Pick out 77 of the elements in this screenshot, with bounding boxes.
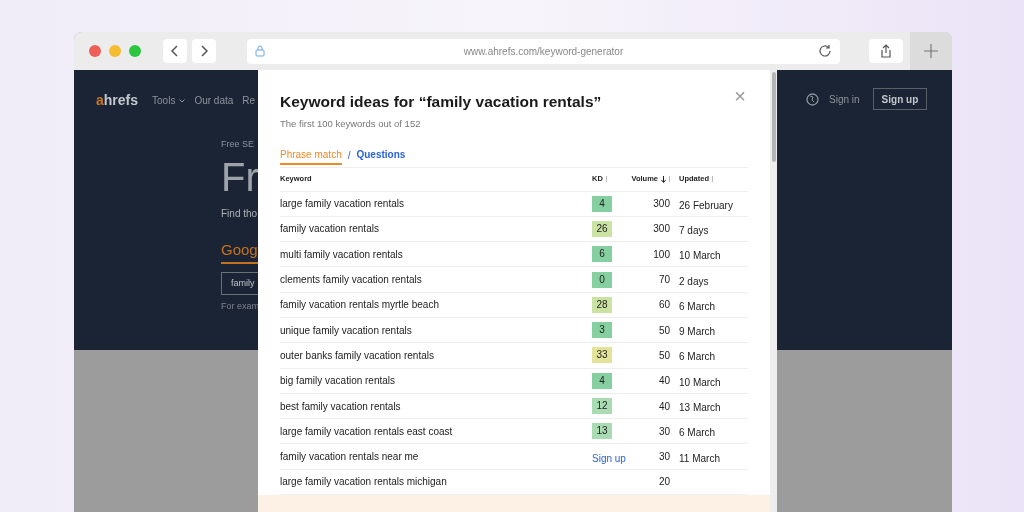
intro-text: Find tho: [221, 206, 258, 221]
plus-icon: [924, 44, 938, 58]
keyword-cell-text: outer banks family vacation rentals: [280, 348, 435, 363]
chevron-down-icon: [179, 98, 186, 103]
difficulty-badge: 4: [592, 372, 612, 389]
volume-cell-text: 40: [658, 374, 670, 389]
difficulty-badge: 33: [592, 347, 612, 364]
keyword-cell-text: large family vacation rentals: [280, 197, 405, 212]
sign-up-button[interactable]: Sign up: [872, 88, 928, 110]
nav-link[interactable]: Re: [242, 93, 256, 108]
lock-icon: [255, 45, 265, 57]
keyword-cell-text: big family vacation rentals: [280, 374, 397, 389]
address-bar[interactable]: www.ahrefs.com/keyword-generator: [247, 38, 840, 64]
difficulty-badge: 3: [592, 322, 612, 339]
eyebrow-text: Free SE: [221, 138, 254, 151]
difficulty-badge: 6: [592, 246, 612, 263]
keyword-cell-text: clements family vacation rentals: [280, 273, 423, 288]
updated-cell: 13 March: [679, 402, 721, 413]
volume-cell-text: 70: [658, 273, 670, 288]
difficulty-badge: 28: [592, 296, 612, 313]
nav-link[interactable]: Our data: [194, 93, 234, 108]
sort-arrow-icon[interactable]: [661, 175, 666, 183]
share-button[interactable]: [869, 39, 903, 63]
updated-cell: 2 days: [679, 275, 709, 287]
url-text: www.ahrefs.com/keyword-generator: [463, 44, 624, 59]
reload-icon[interactable]: [818, 44, 832, 58]
dialog-title: Keyword ideas for “family vacation rentals”: [280, 92, 602, 112]
volume-cell-text: 60: [658, 298, 670, 313]
sign-up-link[interactable]: Sign up: [592, 452, 626, 464]
keyword-cell-text: multi family vacation rentals: [280, 247, 404, 262]
volume-cell-text: 100: [653, 247, 670, 262]
sign-in-link[interactable]: Sign in: [829, 91, 860, 107]
updated-cell: 11 March: [679, 452, 720, 464]
volume-cell-text: 300: [653, 222, 670, 237]
volume-cell-text: 50: [658, 348, 670, 363]
keyword-cell-text: unique family vacation rentals: [280, 323, 413, 338]
updated-cell: 9 March: [679, 326, 716, 338]
example-text: For exam: [221, 300, 259, 313]
volume-cell-text: 30: [658, 450, 670, 465]
updated-cell: 10 March: [679, 376, 721, 388]
keyword-cell-text: best family vacation rentals: [280, 399, 402, 414]
globe-icon[interactable]: [806, 92, 819, 106]
keyword-cell-text: family vacation rentals: [280, 222, 380, 237]
nav-link[interactable]: Tools: [152, 93, 176, 108]
difficulty-badge: 0: [592, 271, 612, 288]
dialog-subtitle: The first 100 keywords out of 152: [280, 117, 422, 132]
volume-cell-text: 20: [658, 475, 670, 490]
tab-separator: /: [346, 149, 352, 163]
difficulty-badge: 12: [592, 398, 612, 414]
updated-cell: 6 March: [679, 427, 716, 439]
forward-icon: [200, 45, 208, 57]
updated-cell: 26 February: [679, 199, 733, 211]
back-icon: [171, 45, 179, 57]
volume-cell-text: 30: [658, 424, 670, 439]
difficulty-badge: 13: [592, 423, 612, 440]
scrollbar[interactable]: [770, 70, 777, 512]
volume-cell-text: 300: [653, 197, 670, 212]
difficulty-badge: 26: [592, 220, 612, 237]
hero-heading: Fr: [221, 153, 259, 201]
keyword-cell-text: family vacation rentals near me: [280, 450, 420, 465]
forward-button[interactable]: [192, 39, 216, 63]
updated-cell: 7 days: [679, 224, 709, 236]
keyword-cell-text: large family vacation rentals michigan: [280, 475, 448, 490]
updated-cell: 10 March: [679, 250, 721, 262]
difficulty-badge: 4: [592, 195, 612, 212]
share-icon: [880, 44, 892, 58]
keyword-cell-text: large family vacation rentals east coast: [280, 424, 454, 439]
site-logo[interactable]: ahrefs: [96, 90, 139, 111]
filter-tab[interactable]: Questions: [356, 146, 406, 165]
close-button[interactable]: ×: [734, 86, 746, 106]
back-button[interactable]: [163, 39, 187, 63]
keyword-cell-text: family vacation rentals myrtle beach: [280, 298, 440, 313]
updated-cell: 6 March: [679, 351, 716, 363]
volume-cell-text: 50: [658, 323, 670, 338]
new-tab-button[interactable]: [910, 32, 952, 70]
volume-cell-text: 40: [658, 399, 670, 414]
updated-cell: 6 March: [679, 300, 716, 312]
